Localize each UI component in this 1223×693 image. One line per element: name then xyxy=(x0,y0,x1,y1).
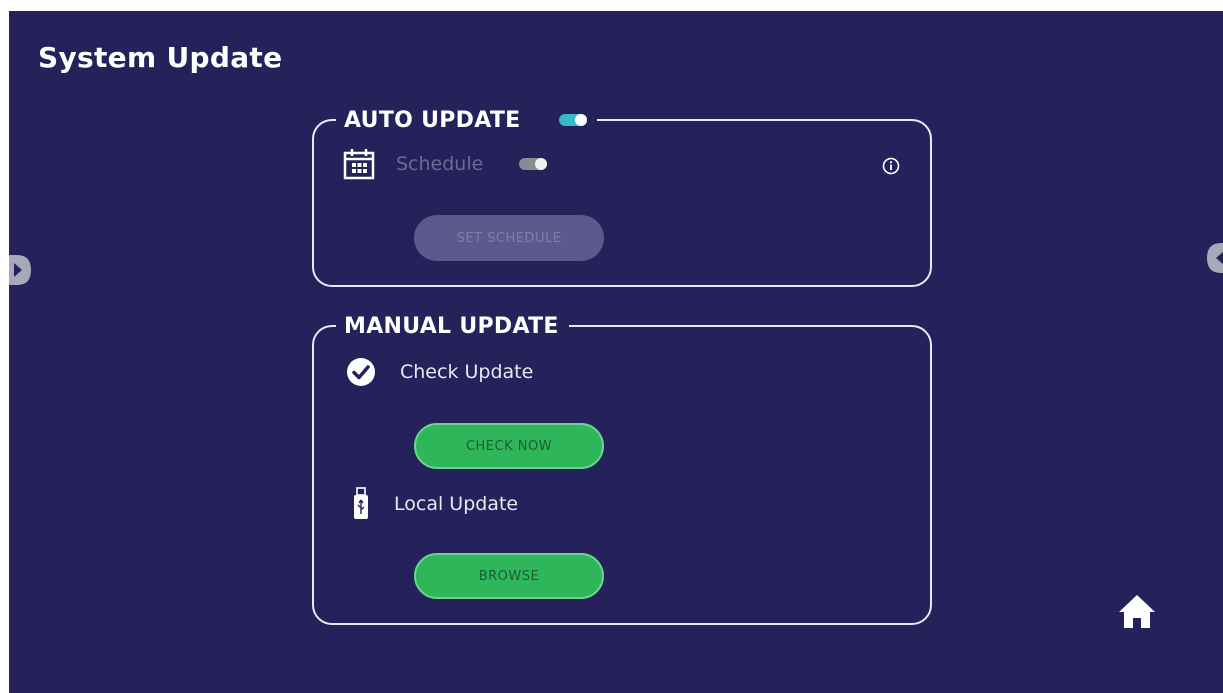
browse-button[interactable]: BROWSE xyxy=(414,553,604,599)
home-icon[interactable] xyxy=(1117,591,1157,631)
info-icon[interactable] xyxy=(882,157,900,175)
set-schedule-button[interactable]: SET SCHEDULE xyxy=(414,215,604,261)
toggle-knob xyxy=(574,114,587,126)
schedule-toggle[interactable] xyxy=(519,158,548,170)
manual-update-panel: MANUAL UPDATE Check Update CHECK NOW Loc… xyxy=(312,309,932,625)
auto-update-header: AUTO UPDATE xyxy=(336,103,597,137)
schedule-label: Schedule xyxy=(396,153,484,175)
calendar-icon xyxy=(342,147,376,181)
page-title: System Update xyxy=(38,41,283,74)
usb-drive-icon xyxy=(352,487,370,521)
auto-update-title: AUTO UPDATE xyxy=(344,107,521,133)
next-arrow-icon[interactable] xyxy=(1205,241,1223,275)
previous-arrow-icon[interactable] xyxy=(9,253,33,287)
check-update-label: Check Update xyxy=(400,361,534,383)
manual-update-title: MANUAL UPDATE xyxy=(344,313,559,339)
manual-update-header: MANUAL UPDATE xyxy=(336,309,569,343)
local-update-label: Local Update xyxy=(394,493,519,515)
toggle-knob xyxy=(535,158,548,170)
schedule-row: Schedule xyxy=(342,147,548,181)
auto-update-toggle[interactable] xyxy=(558,114,587,126)
system-update-screen: System Update AUTO UPDATE Schedule SET S… xyxy=(9,11,1223,693)
auto-update-panel: AUTO UPDATE Schedule SET SCHEDULE xyxy=(312,103,932,287)
check-now-button[interactable]: CHECK NOW xyxy=(414,423,604,469)
checkmark-icon xyxy=(346,357,376,387)
local-update-row: Local Update xyxy=(352,487,518,521)
check-update-row: Check Update xyxy=(346,357,533,387)
